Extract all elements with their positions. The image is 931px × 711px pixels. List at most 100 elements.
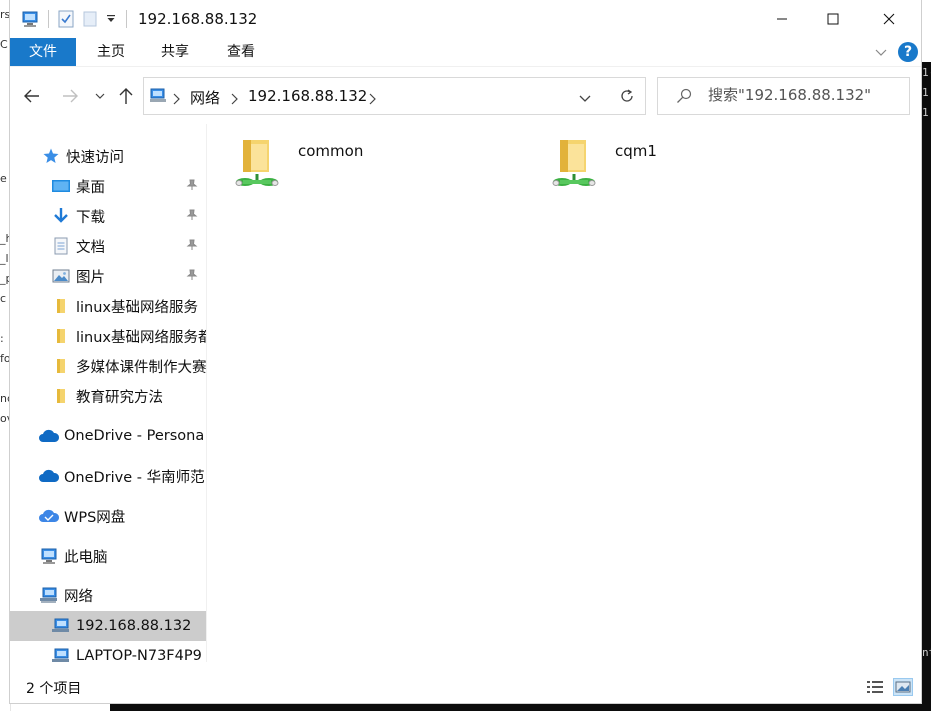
large-icons-view-icon[interactable]	[893, 678, 913, 696]
folder-icon	[50, 325, 72, 347]
breadcrumb-chevron-icon[interactable]	[230, 90, 238, 109]
maximize-button[interactable]	[810, 0, 856, 38]
download-icon	[50, 205, 72, 227]
nav-label: OneDrive - Persona	[64, 428, 205, 444]
bg-text: c	[0, 292, 7, 305]
nav-label: 此电脑	[64, 549, 108, 566]
nav-label: OneDrive - 华南师范	[64, 469, 205, 486]
nav-label: WPS网盘	[64, 509, 126, 526]
refresh-button[interactable]	[608, 77, 646, 115]
bg-text: rs	[0, 8, 11, 21]
breadcrumb-chevron-icon[interactable]	[172, 90, 180, 109]
nav-label: 教育研究方法	[76, 389, 163, 406]
nav-item-folder[interactable]: linux基础网络服务都	[10, 321, 206, 351]
nav-item-folder[interactable]: linux基础网络服务	[10, 291, 206, 321]
nav-label: 192.168.88.132	[76, 618, 192, 634]
cloud-icon	[38, 425, 60, 447]
network-icon	[149, 86, 169, 108]
nav-item-this-pc[interactable]: 此电脑	[10, 541, 206, 571]
close-button[interactable]	[866, 0, 912, 38]
network-icon	[38, 584, 60, 606]
navigation-pane: 快速访问 桌面 下载 文档 图片 linux基础网络服务 linux基础网络服务…	[10, 124, 206, 662]
folder-icon	[50, 385, 72, 407]
up-button[interactable]	[116, 85, 136, 107]
file-list: common cqm1	[207, 124, 921, 662]
nav-label: 快速访问	[66, 149, 124, 166]
bg-text: 1:	[922, 106, 931, 119]
nav-quick-access[interactable]: 快速访问	[10, 141, 206, 171]
tab-view[interactable]: 查看	[214, 38, 268, 66]
nav-label: 多媒体课件制作大赛	[76, 359, 206, 376]
nav-item-folder[interactable]: 多媒体课件制作大赛	[10, 351, 206, 381]
desktop-icon	[50, 175, 72, 197]
details-view-icon[interactable]	[865, 678, 885, 696]
tab-file[interactable]: 文件	[10, 38, 76, 66]
expand-ribbon-chevron-icon[interactable]	[874, 44, 888, 63]
bg-text: 1:	[922, 86, 931, 99]
pin-icon[interactable]	[186, 269, 198, 285]
search-input[interactable]	[708, 86, 903, 104]
forward-button[interactable]	[58, 85, 82, 107]
pin-icon[interactable]	[186, 179, 198, 195]
item-name: cqm1	[615, 142, 657, 160]
nav-label: 图片	[76, 269, 105, 286]
tab-share[interactable]: 共享	[148, 38, 202, 66]
network-computer-icon	[50, 615, 72, 637]
nav-item-desktop[interactable]: 桌面	[10, 171, 206, 201]
picture-icon	[50, 265, 72, 287]
nav-label: linux基础网络服务	[76, 299, 199, 316]
tab-home[interactable]: 主页	[84, 38, 138, 66]
search-box[interactable]	[657, 77, 910, 115]
document-icon	[50, 235, 72, 257]
customize-toolbar-dropdown-icon[interactable]	[104, 9, 118, 29]
nav-item-wps-drive[interactable]: WPS网盘	[10, 501, 206, 531]
breadcrumb-network[interactable]: 网络	[190, 87, 220, 108]
address-history-chevron-icon[interactable]	[578, 90, 592, 109]
pin-icon[interactable]	[186, 209, 198, 225]
window-title: 192.168.88.132	[138, 10, 258, 28]
network-computer-icon	[50, 645, 72, 662]
recent-locations-chevron-icon[interactable]	[92, 87, 108, 105]
status-bar: 2 个项目	[10, 672, 921, 702]
title-separator	[126, 10, 127, 28]
nav-item-downloads[interactable]: 下载	[10, 201, 206, 231]
new-folder-icon[interactable]	[80, 9, 100, 29]
nav-item-onedrive-personal[interactable]: OneDrive - Persona	[10, 421, 206, 451]
pin-icon[interactable]	[186, 239, 198, 255]
address-bar[interactable]: 网络 192.168.88.132	[143, 77, 615, 115]
shared-folder-item[interactable]: cqm1	[524, 132, 824, 192]
network-computer-icon[interactable]	[20, 9, 42, 29]
minimize-button[interactable]	[759, 0, 805, 38]
shared-folder-item[interactable]: common	[207, 132, 507, 192]
breadcrumb-host[interactable]: 192.168.88.132	[248, 87, 367, 105]
back-button[interactable]	[20, 85, 44, 107]
shared-folder-icon	[233, 136, 281, 194]
item-name: common	[298, 142, 364, 160]
nav-item-network[interactable]: 网络	[10, 580, 206, 610]
properties-icon[interactable]	[56, 9, 76, 29]
nav-label: 下载	[76, 209, 105, 226]
nav-item-documents[interactable]: 文档	[10, 231, 206, 261]
cloud-icon	[38, 465, 60, 487]
bg-text: C	[0, 38, 8, 51]
breadcrumb-chevron-icon[interactable]	[368, 90, 376, 109]
bg-text: nt	[922, 646, 931, 659]
bg-text: :	[0, 332, 4, 345]
nav-label: 文档	[76, 239, 105, 256]
nav-label: 网络	[64, 588, 93, 605]
star-icon	[40, 145, 62, 167]
background-terminal-right: 1( 1: 1: nt	[921, 62, 931, 711]
title-bar: 192.168.88.132	[10, 0, 921, 38]
background-terminal-bottom	[110, 703, 931, 711]
nav-item-host-selected[interactable]: 192.168.88.132	[10, 611, 206, 641]
file-explorer-window: 192.168.88.132 文件 主页 共享 查看 ? 网络 192.168.…	[10, 0, 921, 703]
bg-text: 1(	[922, 66, 931, 79]
help-icon[interactable]: ?	[898, 42, 918, 62]
title-separator	[48, 10, 49, 28]
nav-item-folder[interactable]: 教育研究方法	[10, 381, 206, 411]
computer-icon	[38, 545, 60, 567]
nav-item-pictures[interactable]: 图片	[10, 261, 206, 291]
nav-item-laptop[interactable]: LAPTOP-N73F4P9	[10, 641, 206, 662]
folder-icon	[50, 355, 72, 377]
nav-item-onedrive-org[interactable]: OneDrive - 华南师范	[10, 461, 206, 491]
